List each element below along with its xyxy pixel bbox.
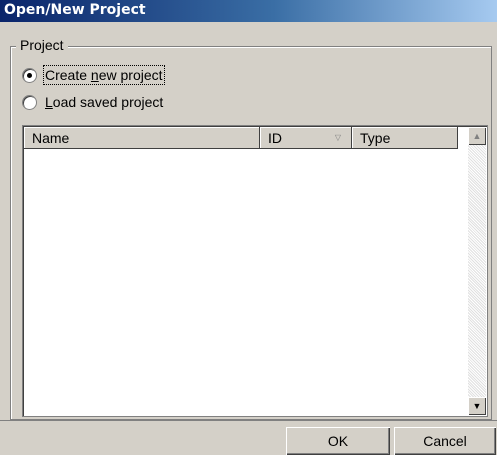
- project-list[interactable]: Name ID ▽ Type ▲ ▼: [22, 125, 488, 417]
- radio-selected-icon[interactable]: [22, 67, 37, 83]
- column-header-name[interactable]: Name: [24, 127, 260, 149]
- project-group-label: Project: [16, 37, 68, 53]
- create-new-project-text: Create new project: [45, 67, 163, 83]
- create-new-project-label[interactable]: Create new project: [43, 65, 165, 85]
- title-bar[interactable]: Open/New Project: [0, 0, 497, 22]
- window-title: Open/New Project: [4, 2, 146, 18]
- create-new-project-option[interactable]: Create new project: [22, 64, 165, 86]
- scroll-up-arrow-icon[interactable]: ▲: [468, 127, 486, 145]
- list-header: Name ID ▽ Type: [24, 127, 458, 149]
- column-type-label: Type: [360, 130, 391, 146]
- sort-descending-icon: ▽: [334, 133, 341, 142]
- ok-button[interactable]: OK: [286, 427, 390, 455]
- column-id-label: ID: [268, 130, 282, 146]
- column-header-id[interactable]: ID ▽: [260, 127, 352, 149]
- vertical-scrollbar[interactable]: ▲ ▼: [468, 127, 486, 415]
- load-saved-project-label[interactable]: Load saved project: [45, 94, 163, 110]
- radio-unselected-icon[interactable]: [22, 94, 37, 110]
- cancel-button[interactable]: Cancel: [394, 427, 496, 455]
- column-name-label: Name: [32, 130, 70, 146]
- column-header-type[interactable]: Type: [352, 127, 458, 149]
- load-saved-project-option[interactable]: Load saved project: [22, 91, 163, 113]
- scroll-down-arrow-icon[interactable]: ▼: [468, 397, 486, 415]
